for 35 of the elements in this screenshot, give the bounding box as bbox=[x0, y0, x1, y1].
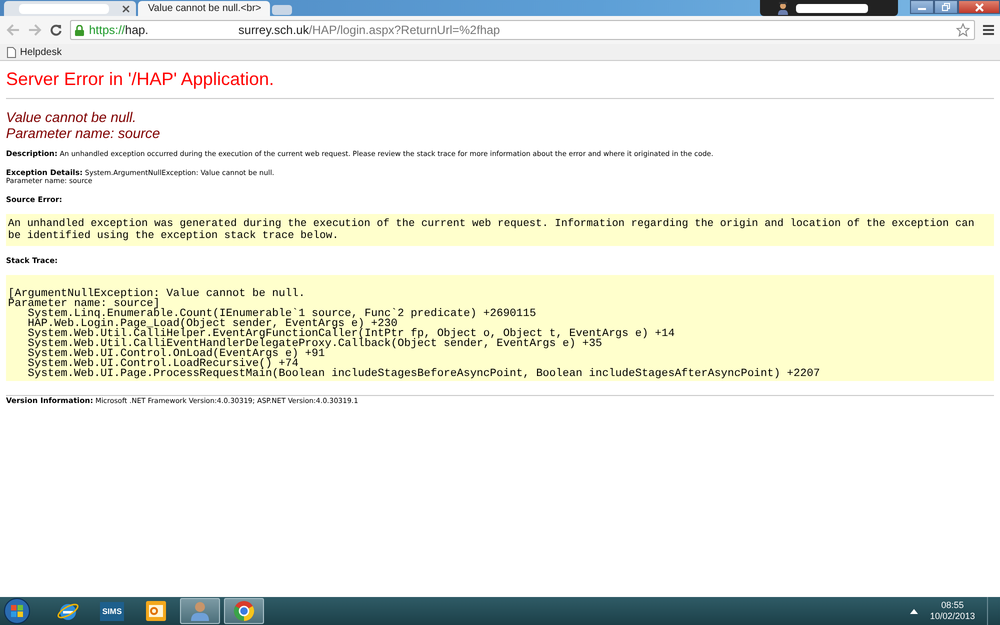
clock[interactable]: 08:55 10/02/2013 bbox=[922, 600, 983, 622]
page-title: Server Error in '/HAP' Application. bbox=[6, 69, 275, 90]
page-icon bbox=[7, 46, 16, 58]
browser-tab[interactable]: Value cannot be null.<br> bbox=[138, 1, 270, 16]
clock-date: 10/02/2013 bbox=[930, 611, 975, 622]
mail-app-icon bbox=[145, 600, 167, 622]
close-button[interactable] bbox=[958, 0, 1000, 14]
tab-title: Value cannot be null.<br> bbox=[148, 3, 262, 14]
url-text: https://hap. surrey.sch.uk/HAP/login.aspx?ReturnUrl=%2fhap bbox=[89, 23, 500, 37]
user-icon bbox=[189, 600, 211, 622]
clock-time: 08:55 bbox=[941, 600, 964, 611]
tray-arrow-icon[interactable] bbox=[910, 608, 918, 614]
reload-icon[interactable] bbox=[50, 24, 62, 36]
lock-icon bbox=[75, 24, 84, 36]
browser-icon bbox=[233, 600, 255, 622]
profile-badge[interactable] bbox=[760, 0, 898, 16]
redaction-mark bbox=[796, 4, 868, 12]
error-message: Value cannot be null. bbox=[6, 109, 138, 125]
menu-icon[interactable] bbox=[983, 25, 994, 35]
app-tile: SIMS bbox=[100, 602, 124, 620]
address-bar[interactable]: https://hap. surrey.sch.uk/HAP/login.aspx?ReturnUrl=%2fhap bbox=[70, 20, 975, 40]
stack-trace-panel: [ArgumentNullException: Value cannot be null. Parameter name: source] System.Linq.Enumerable.Count(IEnumerable`1 source, Func`2 predicate) +2690115 HAP.Web.Login.Page_Load(Object sender, EventArgs e) +230 System.Web.Util.CalliHelper.EventArgFunctionCaller(IntPtr fp, Object o, Object t, EventArgs e) +14 System.Web.Util.CalliEventHandlerDelegateProxy.Callback(Object sender, EventArgs e) +35 System.Web.UI.Control.OnLoad(EventArgs e) +91 System.Web.UI.Control.LoadRecursive() +74 System.Web.UI.Page.ProcessRequestMain(Boolean includeStagesBeforeAsyncPoint, Boolean includeStagesAfterAsyncPoint) +2207 bbox=[6, 275, 994, 381]
start-button[interactable] bbox=[4, 598, 30, 624]
source-error-panel: An unhandled exception was generated during the execution of the current web request. Information regarding the origin and location of the exception can be identified using the exception stack trace below. bbox=[6, 214, 994, 246]
minimize-button[interactable] bbox=[910, 0, 934, 14]
taskbar-button[interactable]: SIMS bbox=[92, 598, 132, 624]
restore-button[interactable] bbox=[934, 0, 958, 14]
star-icon[interactable] bbox=[956, 23, 970, 37]
close-icon bbox=[974, 2, 984, 12]
close-icon[interactable] bbox=[122, 4, 130, 12]
restore-icon bbox=[942, 3, 950, 11]
bookmark-link[interactable]: Helpdesk bbox=[7, 46, 62, 58]
taskbar-button[interactable] bbox=[224, 598, 264, 624]
user-avatar-icon bbox=[776, 1, 790, 15]
error-message: Parameter name: source bbox=[6, 125, 162, 141]
